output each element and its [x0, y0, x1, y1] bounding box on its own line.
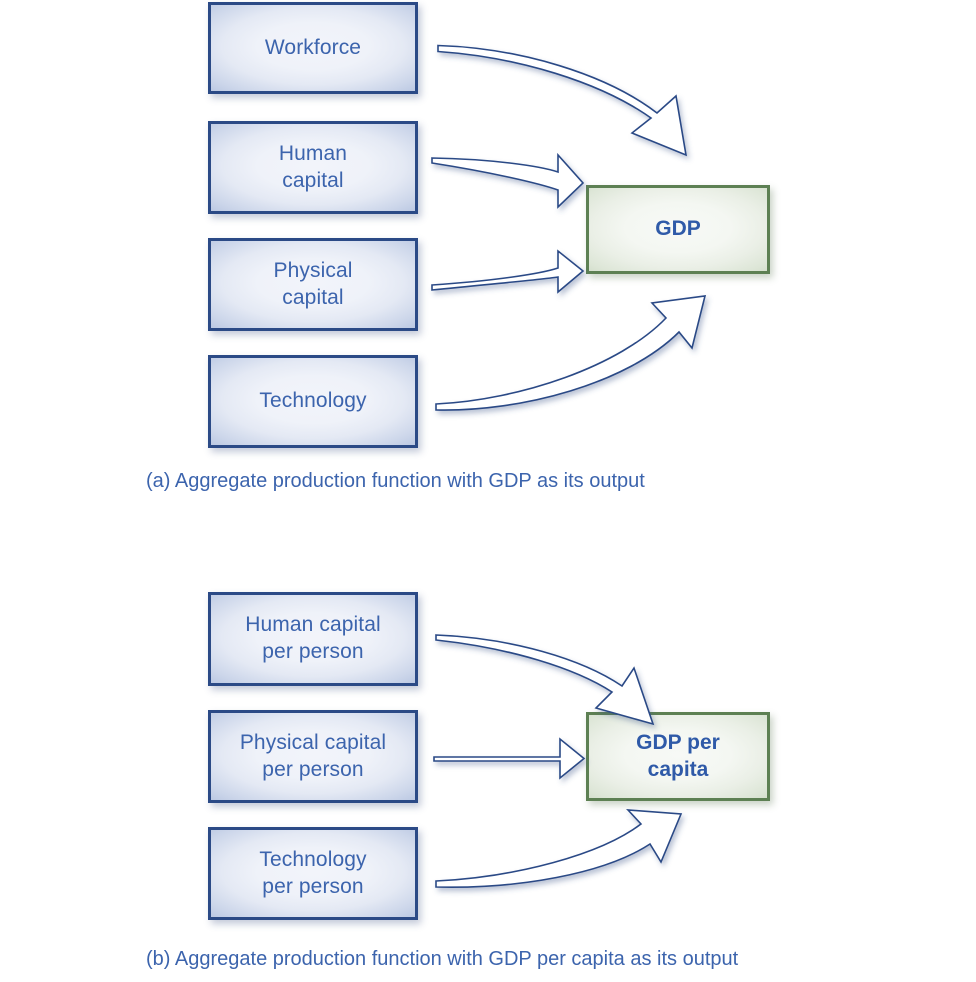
input-box-human-capital-line2: capital	[282, 168, 344, 192]
arrow-physical-capital-to-gdp	[431, 249, 585, 294]
input-box-human-capital-label: Human capital	[279, 141, 347, 195]
output-box-gdp-label: GDP	[655, 216, 701, 243]
arrow-physical-capital-per-person-to-gdp-per-capita	[433, 737, 586, 780]
input-box-physical-capital[interactable]: Physical capital	[208, 238, 418, 331]
arrow-human-capital-per-person-to-gdp-per-capita	[435, 634, 655, 726]
input-box-technology-per-person-line2: per person	[262, 874, 364, 898]
caption-panel-a: (a) Aggregate production function with G…	[146, 470, 645, 492]
input-box-human-capital-line1: Human	[278, 141, 348, 165]
input-box-workforce-line1: Workforce	[264, 35, 362, 59]
arrow-workforce-to-gdp	[437, 44, 688, 157]
output-box-gdp-per-capita-line1: GDP per	[636, 730, 720, 754]
output-box-gdp-per-capita[interactable]: GDP per capita	[586, 712, 770, 801]
input-box-workforce-label: Workforce	[265, 35, 361, 62]
input-box-human-capital-per-person[interactable]: Human capital per person	[208, 592, 418, 686]
input-box-technology-per-person[interactable]: Technology per person	[208, 827, 418, 920]
output-box-gdp[interactable]: GDP	[586, 185, 770, 274]
input-box-human-capital[interactable]: Human capital	[208, 121, 418, 214]
arrow-human-capital-to-gdp	[431, 152, 585, 209]
input-box-physical-capital-label: Physical capital	[274, 258, 353, 312]
input-box-physical-capital-line1: Physical	[273, 258, 353, 282]
arrow-technology-per-person-to-gdp-per-capita	[435, 809, 683, 888]
input-box-technology-line1: Technology	[259, 389, 367, 413]
input-box-physical-capital-per-person-label: Physical capital per person	[240, 730, 386, 784]
input-box-technology[interactable]: Technology	[208, 355, 418, 448]
input-box-physical-capital-per-person-line1: Physical capital	[239, 730, 387, 754]
caption-panel-b: (b) Aggregate production function with G…	[146, 948, 739, 970]
input-box-physical-capital-per-person-line2: per person	[262, 757, 364, 781]
input-box-technology-per-person-label: Technology per person	[259, 847, 366, 901]
figure-canvas: Workforce Human capital Physical capital…	[0, 0, 976, 982]
input-box-technology-per-person-line1: Technology	[259, 847, 367, 871]
arrow-technology-to-gdp	[435, 295, 707, 411]
input-box-technology-label: Technology	[259, 388, 366, 415]
output-box-gdp-line1: GDP	[655, 217, 701, 241]
output-box-gdp-per-capita-label: GDP per capita	[636, 730, 720, 784]
output-box-gdp-per-capita-line2: capita	[647, 757, 709, 781]
input-box-human-capital-per-person-line1: Human capital	[245, 613, 381, 637]
input-box-physical-capital-per-person[interactable]: Physical capital per person	[208, 710, 418, 803]
input-box-human-capital-per-person-line2: per person	[262, 640, 364, 663]
input-box-workforce[interactable]: Workforce	[208, 2, 418, 94]
input-box-human-capital-per-person-label: Human capital per person	[245, 612, 381, 666]
input-box-physical-capital-line2: capital	[282, 285, 344, 309]
